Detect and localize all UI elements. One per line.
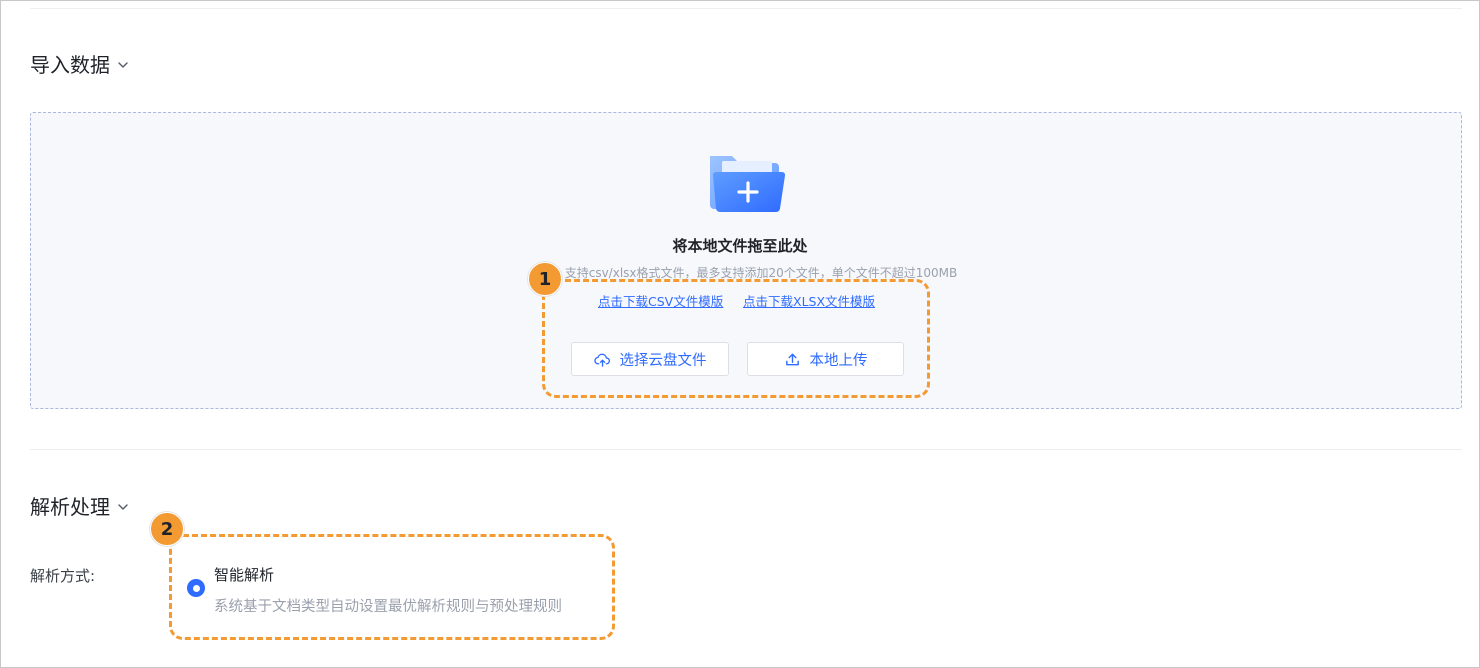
- parse-section-title: 解析处理: [30, 495, 110, 519]
- section-divider: [30, 449, 1462, 450]
- callout-box-2: [169, 534, 615, 640]
- folder-add-icon: [710, 156, 786, 213]
- chevron-down-icon: [118, 503, 128, 510]
- parse-section-header[interactable]: 解析处理: [30, 491, 130, 520]
- parse-method-label: 解析方式:: [30, 567, 96, 585]
- callout-badge-1: 1: [528, 262, 562, 296]
- import-section-header[interactable]: 导入数据: [30, 49, 130, 78]
- top-divider: [30, 8, 1462, 9]
- callout-box-1: [542, 279, 930, 398]
- callout-badge-2: 2: [150, 512, 184, 546]
- import-section-title: 导入数据: [30, 53, 110, 77]
- dropzone-title: 将本地文件拖至此处: [672, 237, 808, 255]
- chevron-down-icon: [118, 61, 128, 68]
